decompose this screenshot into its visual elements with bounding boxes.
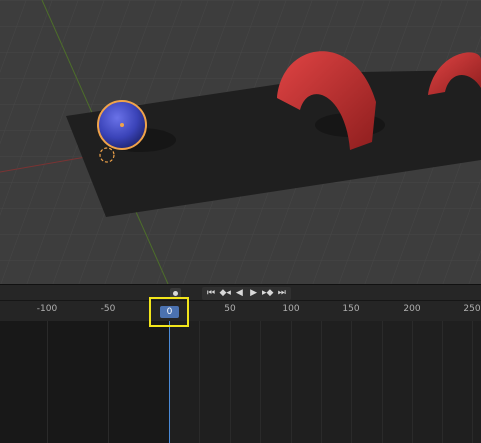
grid-line <box>321 321 322 443</box>
playback-controls: ⏮ ◆◂ ◀ ▶ ▸◆ ⏭ <box>202 287 291 300</box>
grid-line <box>260 321 261 443</box>
grid-line <box>47 321 48 443</box>
grid-line <box>230 321 231 443</box>
keyframe-track-area[interactable] <box>0 321 481 443</box>
timeline-editor[interactable]: ⏮ ◆◂ ◀ ▶ ▸◆ ⏭ -100 -50 50 100 150 200 25… <box>0 284 481 443</box>
next-keyframe-icon[interactable]: ▸◆ <box>261 287 274 300</box>
out-of-range-shade <box>0 321 169 443</box>
ruler-label: -50 <box>100 304 116 314</box>
ruler-label: 150 <box>342 304 360 314</box>
grid-line <box>291 321 292 443</box>
grid-line <box>382 321 383 443</box>
prev-keyframe-icon[interactable]: ◆◂ <box>219 287 232 300</box>
jump-to-end-icon[interactable]: ⏭ <box>275 287 288 300</box>
ruler-label: 100 <box>282 304 300 314</box>
grid-line <box>442 321 443 443</box>
sphere-origin <box>120 123 124 127</box>
ruler-label: 200 <box>403 304 421 314</box>
3d-viewport[interactable] <box>0 0 481 284</box>
ruler-label: -100 <box>36 304 58 314</box>
grid-line <box>199 321 200 443</box>
grid-line <box>412 321 413 443</box>
grid-line <box>108 321 109 443</box>
ruler-label: 250 <box>463 304 481 314</box>
playhead-line[interactable] <box>169 321 170 443</box>
current-frame-highlight <box>149 297 189 327</box>
play-reverse-icon[interactable]: ◀ <box>233 287 246 300</box>
frame-ruler[interactable]: -100 -50 50 100 150 200 250 <box>0 301 481 321</box>
play-icon[interactable]: ▶ <box>247 287 260 300</box>
viewport-scene <box>0 0 481 284</box>
timeline-header: ⏮ ◆◂ ◀ ▶ ▸◆ ⏭ <box>0 284 481 301</box>
ruler-label: 50 <box>224 304 236 314</box>
grid-line <box>351 321 352 443</box>
jump-to-start-icon[interactable]: ⏮ <box>205 287 218 300</box>
grid-line <box>472 321 473 443</box>
